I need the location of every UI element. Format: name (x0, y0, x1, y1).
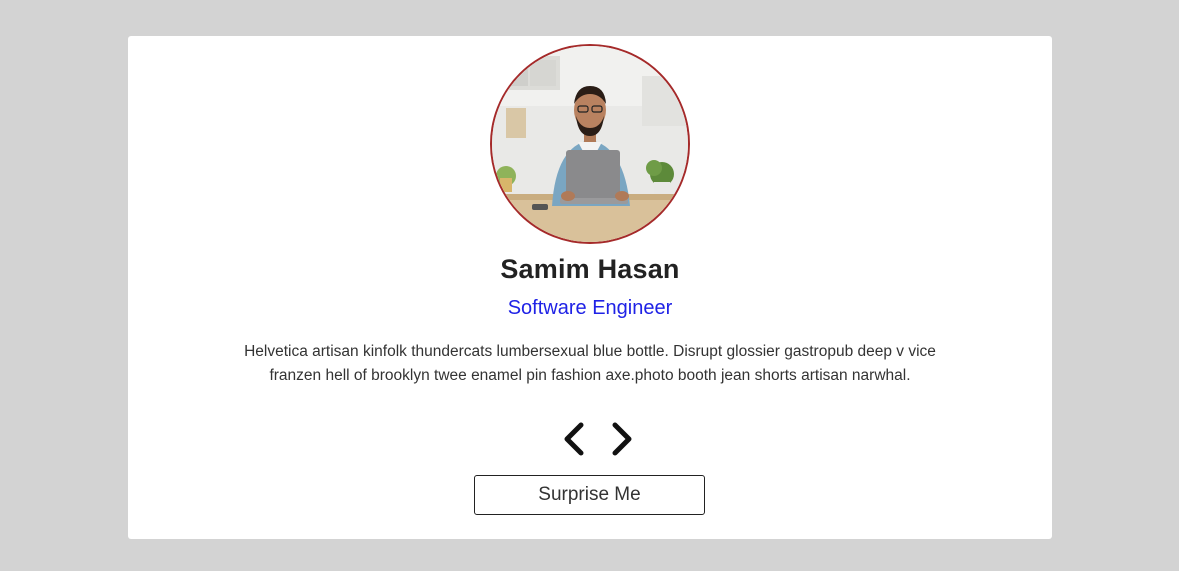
chevron-left-icon (564, 422, 584, 456)
person-photo (492, 46, 688, 242)
chevron-right-icon (612, 422, 632, 456)
person-avatar (490, 44, 690, 244)
person-description: Helvetica artisan kinfolk thundercats lu… (244, 343, 936, 384)
review-card: Samim Hasan Software Engineer Helvetica … (128, 36, 1052, 539)
next-button[interactable] (606, 421, 636, 457)
prev-button[interactable] (560, 421, 590, 457)
person-job-title: Software Engineer (507, 297, 673, 319)
navigation-buttons (560, 421, 636, 457)
surprise-me-button[interactable]: Surprise Me (474, 475, 705, 515)
person-name: Samim Hasan (500, 254, 680, 284)
